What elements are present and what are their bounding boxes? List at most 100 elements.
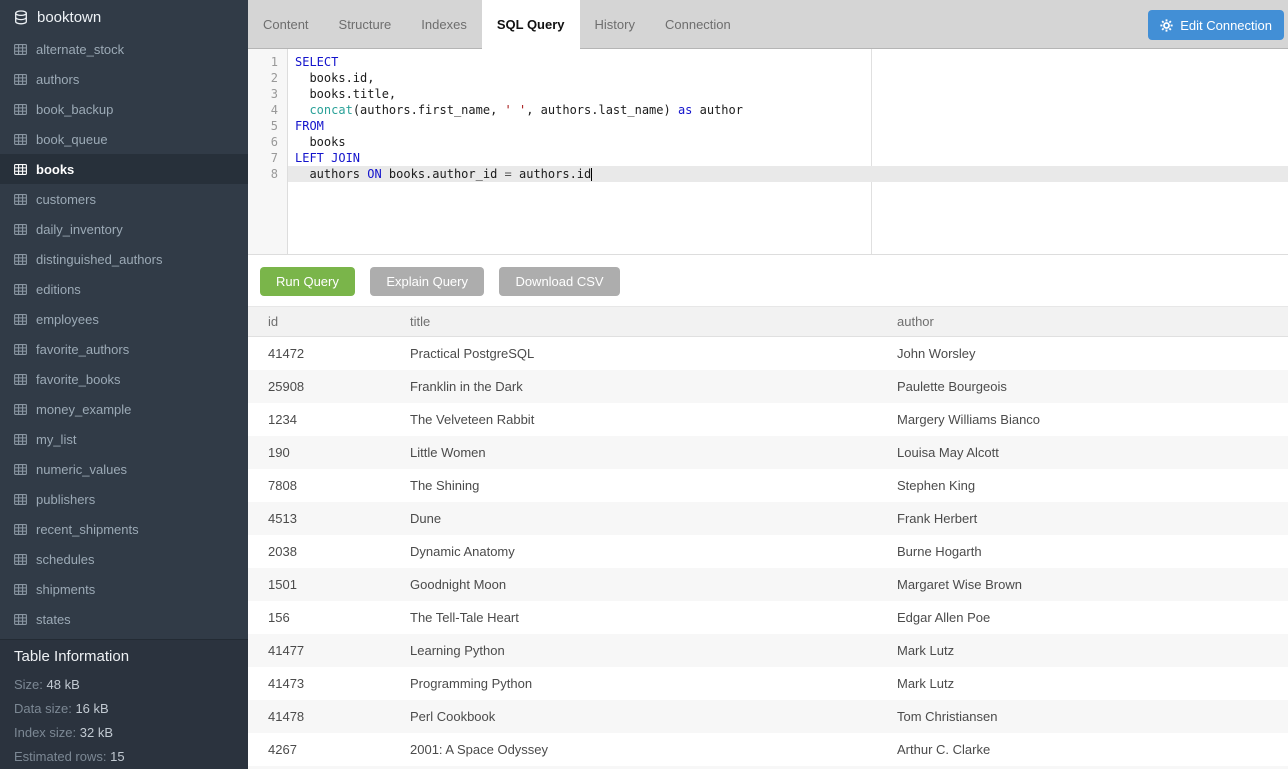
text-cursor <box>591 168 592 181</box>
cell-author: Mark Lutz <box>897 676 1288 691</box>
sidebar-item-label: book_queue <box>36 132 108 147</box>
table-row[interactable]: 7808The ShiningStephen King <box>248 469 1288 502</box>
table-row[interactable]: 41472Practical PostgreSQLJohn Worsley <box>248 337 1288 370</box>
sidebar-item-shipments[interactable]: shipments <box>0 574 248 604</box>
sql-editor[interactable]: 1SELECT2 books.id,3 books.title,4 concat… <box>248 49 1288 255</box>
editor-line-3[interactable]: 3 books.title, <box>248 86 1288 102</box>
info-value: 32 kB <box>80 725 113 740</box>
tab-bar: ContentStructureIndexesSQL QueryHistoryC… <box>248 0 1288 49</box>
sidebar-item-money_example[interactable]: money_example <box>0 394 248 424</box>
column-header-author[interactable]: author <box>897 314 1288 329</box>
sidebar-item-book_backup[interactable]: book_backup <box>0 94 248 124</box>
cell-id: 1501 <box>248 577 410 592</box>
table-row[interactable]: 42672001: A Space OdysseyArthur C. Clark… <box>248 733 1288 766</box>
cell-id: 4267 <box>248 742 410 757</box>
tab-connection[interactable]: Connection <box>650 0 746 49</box>
cell-title: Goodnight Moon <box>410 577 897 592</box>
cell-id: 41477 <box>248 643 410 658</box>
sidebar-item-label: numeric_values <box>36 462 127 477</box>
tab-content[interactable]: Content <box>248 0 324 49</box>
line-number: 3 <box>248 86 288 102</box>
line-code: FROM <box>288 118 1288 134</box>
database-header[interactable]: booktown <box>0 0 248 34</box>
cell-title: 2001: A Space Odyssey <box>410 742 897 757</box>
table-row[interactable]: 4513DuneFrank Herbert <box>248 502 1288 535</box>
tab-sql-query[interactable]: SQL Query <box>482 0 580 49</box>
table-list: alternate_stockauthors book_backup book_qu… <box>0 34 248 634</box>
cell-author: Tom Christiansen <box>897 709 1288 724</box>
editor-line-1[interactable]: 1SELECT <box>248 54 1288 70</box>
table-row[interactable]: 190Little WomenLouisa May Alcott <box>248 436 1288 469</box>
line-code: LEFT JOIN <box>288 150 1288 166</box>
query-actions: Run Query Explain Query Download CSV <box>248 255 1288 306</box>
cell-author: Paulette Bourgeois <box>897 379 1288 394</box>
editor-line-5[interactable]: 5FROM <box>248 118 1288 134</box>
table-row[interactable]: 156The Tell-Tale HeartEdgar Allen Poe <box>248 601 1288 634</box>
sidebar-item-schedules[interactable]: schedules <box>0 544 248 574</box>
explain-query-button[interactable]: Explain Query <box>370 267 484 296</box>
download-csv-button[interactable]: Download CSV <box>499 267 619 296</box>
info-value: 48 kB <box>47 677 80 692</box>
sidebar-item-label: states <box>36 612 71 627</box>
sidebar-item-label: recent_shipments <box>36 522 139 537</box>
sidebar-item-numeric_values[interactable]: numeric_values <box>0 454 248 484</box>
sidebar-item-distinguished_authors[interactable]: distinguished_authors <box>0 244 248 274</box>
sidebar-item-employees[interactable]: employees <box>0 304 248 334</box>
main-panel: ContentStructureIndexesSQL QueryHistoryC… <box>248 0 1288 769</box>
table-info-row: Index size: 32 kB <box>14 721 234 745</box>
cell-author: Margaret Wise Brown <box>897 577 1288 592</box>
cell-author: Louisa May Alcott <box>897 445 1288 460</box>
sidebar-item-favorite_books[interactable]: favorite_books <box>0 364 248 394</box>
line-number: 7 <box>248 150 288 166</box>
table-icon <box>14 524 27 535</box>
tab-indexes[interactable]: Indexes <box>406 0 482 49</box>
sidebar-item-publishers[interactable]: publishers <box>0 484 248 514</box>
table-row[interactable]: 1234The Velveteen RabbitMargery Williams… <box>248 403 1288 436</box>
sidebar-item-alternate_stock[interactable]: alternate_stock <box>0 34 248 64</box>
table-row[interactable]: 41473Programming PythonMark Lutz <box>248 667 1288 700</box>
cell-author: Margery Williams Bianco <box>897 412 1288 427</box>
table-info-row: Size: 48 kB <box>14 673 234 697</box>
editor-line-4[interactable]: 4 concat(authors.first_name, ' ', author… <box>248 102 1288 118</box>
cell-id: 156 <box>248 610 410 625</box>
table-row[interactable]: 1501Goodnight MoonMargaret Wise Brown <box>248 568 1288 601</box>
sidebar-item-label: authors <box>36 72 79 87</box>
table-icon <box>14 104 27 115</box>
table-row[interactable]: 41477Learning PythonMark Lutz <box>248 634 1288 667</box>
gear-icon <box>1160 19 1173 32</box>
table-info-rows: Size: 48 kBData size: 16 kBIndex size: 3… <box>14 673 234 769</box>
line-number: 1 <box>248 54 288 70</box>
tab-structure[interactable]: Structure <box>324 0 407 49</box>
column-header-id[interactable]: id <box>248 314 410 329</box>
editor-line-2[interactable]: 2 books.id, <box>248 70 1288 86</box>
table-info-row: Data size: 16 kB <box>14 697 234 721</box>
editor-line-8[interactable]: 8 authors ON books.author_id = authors.i… <box>248 166 1288 182</box>
cell-title: Dune <box>410 511 897 526</box>
sidebar-item-states[interactable]: states <box>0 604 248 634</box>
sidebar-item-label: distinguished_authors <box>36 252 162 267</box>
editor-line-6[interactable]: 6 books <box>248 134 1288 150</box>
sidebar-item-daily_inventory[interactable]: daily_inventory <box>0 214 248 244</box>
sidebar-item-label: shipments <box>36 582 95 597</box>
sidebar-item-customers[interactable]: customers <box>0 184 248 214</box>
sidebar-item-editions[interactable]: editions <box>0 274 248 304</box>
run-query-button[interactable]: Run Query <box>260 267 355 296</box>
table-row[interactable]: 41478Perl CookbookTom Christiansen <box>248 700 1288 733</box>
tab-history[interactable]: History <box>580 0 650 49</box>
table-row[interactable]: 2038Dynamic AnatomyBurne Hogarth <box>248 535 1288 568</box>
editor-line-7[interactable]: 7LEFT JOIN <box>248 150 1288 166</box>
sidebar-item-favorite_authors[interactable]: favorite_authors <box>0 334 248 364</box>
line-number: 2 <box>248 70 288 86</box>
edit-connection-button[interactable]: Edit Connection <box>1148 10 1284 40</box>
table-icon <box>14 464 27 475</box>
sidebar-item-label: money_example <box>36 402 131 417</box>
sidebar-item-recent_shipments[interactable]: recent_shipments <box>0 514 248 544</box>
column-header-title[interactable]: title <box>410 314 897 329</box>
sidebar-item-authors[interactable]: authors <box>0 64 248 94</box>
table-row[interactable]: 25908Franklin in the DarkPaulette Bourge… <box>248 370 1288 403</box>
sidebar-item-my_list[interactable]: my_list <box>0 424 248 454</box>
sidebar-item-books[interactable]: books <box>0 154 248 184</box>
sidebar-item-book_queue[interactable]: book_queue <box>0 124 248 154</box>
table-icon <box>14 314 27 325</box>
cell-title: The Shining <box>410 478 897 493</box>
